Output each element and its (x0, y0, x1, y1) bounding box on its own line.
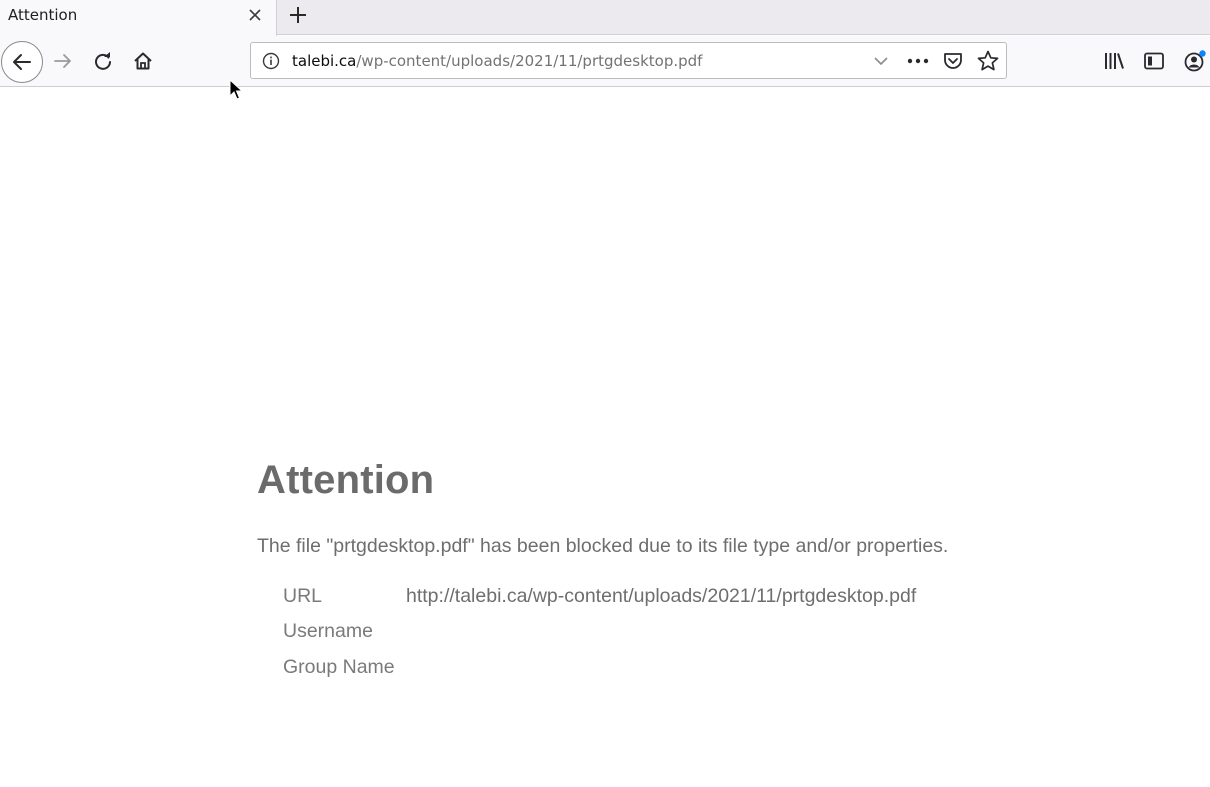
blocked-message: The file "prtgdesktop.pdf" has been bloc… (257, 535, 949, 557)
chevron-down-icon[interactable] (871, 51, 891, 71)
detail-label: Username (283, 620, 373, 642)
tab-strip: Attention (0, 0, 1210, 36)
pocket-icon[interactable] (941, 49, 965, 73)
detail-value: http://talebi.ca/wp-content/uploads/2021… (406, 585, 917, 607)
url-host: talebi.ca (292, 52, 357, 70)
detail-label: Group Name (283, 656, 395, 678)
reload-icon[interactable] (88, 46, 118, 76)
page-content: Attention The file "prtgdesktop.pdf" has… (0, 88, 1210, 787)
tab-title: Attention (8, 6, 78, 24)
info-icon[interactable] (262, 52, 280, 70)
home-icon[interactable] (128, 46, 158, 76)
tab-attention[interactable]: Attention (0, 0, 277, 36)
nav-toolbar: talebi.ca/wp-content/uploads/2021/11/prt… (0, 36, 1210, 87)
star-icon[interactable] (976, 49, 1000, 73)
url-text[interactable]: talebi.ca/wp-content/uploads/2021/11/prt… (292, 52, 702, 70)
url-bar[interactable]: talebi.ca/wp-content/uploads/2021/11/prt… (250, 42, 1007, 79)
back-arrow-icon[interactable] (1, 41, 43, 83)
ellipsis-icon[interactable] (905, 49, 931, 73)
sidebar-icon[interactable] (1141, 48, 1167, 74)
account-icon[interactable] (1182, 48, 1208, 74)
url-path: /wp-content/uploads/2021/11/prtgdesktop.… (356, 52, 703, 70)
detail-label: URL (283, 585, 323, 607)
page-heading: Attention (257, 458, 435, 502)
mouse-cursor-icon (229, 78, 244, 101)
forward-arrow-icon[interactable] (48, 46, 78, 76)
plus-icon[interactable] (284, 1, 312, 29)
close-icon[interactable] (243, 3, 267, 27)
library-icon[interactable] (1101, 48, 1127, 74)
